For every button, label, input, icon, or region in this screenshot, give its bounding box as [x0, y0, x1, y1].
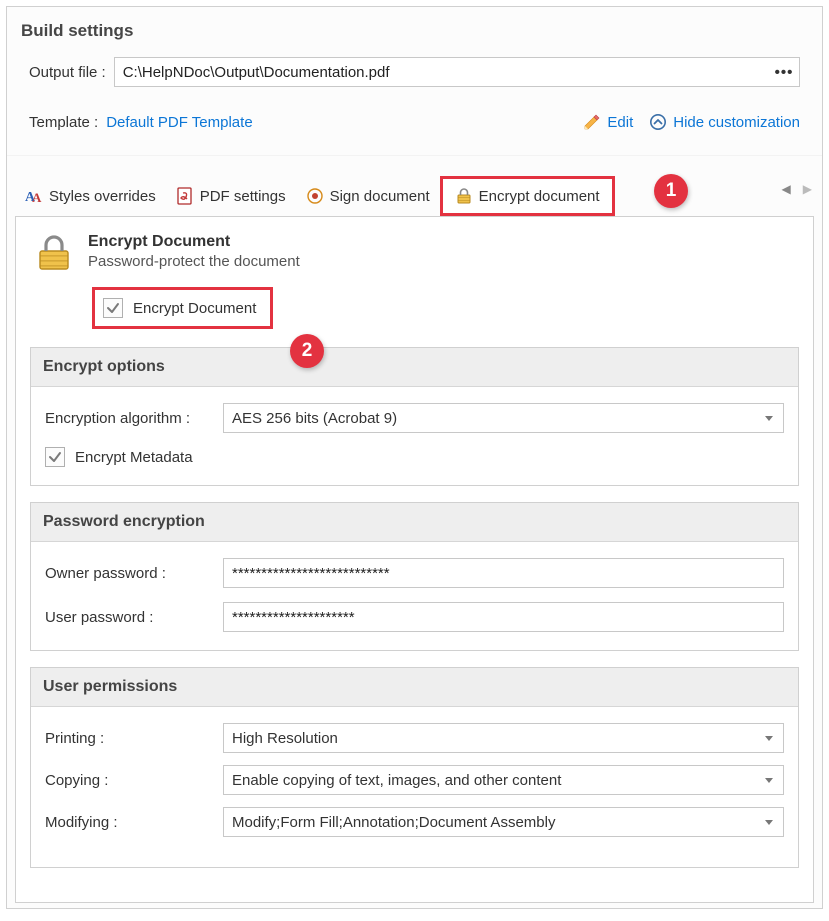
user-password-label: User password :: [45, 609, 223, 626]
tab-sign-document[interactable]: Sign document: [296, 181, 440, 211]
page-title: Build settings: [7, 7, 822, 51]
tab-label: PDF settings: [200, 188, 286, 205]
edit-template-button[interactable]: Edit: [583, 113, 633, 131]
printing-label: Printing :: [45, 730, 223, 747]
build-settings-panel: Build settings Output file : ••• Templat…: [6, 6, 823, 909]
encryption-alg-value: AES 256 bits (Acrobat 9): [232, 410, 397, 427]
edit-label: Edit: [607, 114, 633, 131]
copying-label: Copying :: [45, 772, 223, 789]
tab-pdf-settings[interactable]: PDF settings: [166, 181, 296, 211]
encrypt-metadata-label: Encrypt Metadata: [75, 449, 193, 466]
encrypt-metadata-checkbox[interactable]: [45, 447, 65, 467]
encrypt-panel: Encrypt Document Password-protect the do…: [15, 217, 814, 903]
divider: [7, 155, 822, 156]
copying-select[interactable]: Enable copying of text, images, and othe…: [223, 765, 784, 795]
tab-scroll-arrows: ◀ ▶: [782, 182, 812, 196]
password-encryption-group: Password encryption Owner password : Use…: [30, 502, 799, 651]
user-password-input[interactable]: [232, 609, 775, 626]
tab-label: Styles overrides: [49, 188, 156, 205]
template-link[interactable]: Default PDF Template: [106, 114, 252, 131]
modifying-value: Modify;Form Fill;Annotation;Document Ass…: [232, 814, 555, 831]
annotation-badge-1: 1: [654, 174, 688, 208]
tab-encrypt-document[interactable]: Encrypt document: [440, 176, 615, 216]
encryption-alg-select[interactable]: AES 256 bits (Acrobat 9): [223, 403, 784, 433]
tab-label: Sign document: [330, 188, 430, 205]
template-row: Template : Default PDF Template Edit Hid…: [7, 93, 822, 143]
copying-value: Enable copying of text, images, and othe…: [232, 772, 561, 789]
template-label: Template :: [29, 114, 98, 131]
encrypt-document-checkbox[interactable]: [103, 298, 123, 318]
hide-label: Hide customization: [673, 114, 800, 131]
output-file-field: •••: [114, 57, 800, 87]
output-file-browse-button[interactable]: •••: [773, 64, 795, 81]
hide-icon: [649, 113, 667, 131]
styles-icon: AA: [25, 187, 43, 205]
encrypt-checkbox-label: Encrypt Document: [133, 300, 256, 317]
encrypt-options-title: Encrypt options: [31, 348, 798, 387]
lock-large-icon: [34, 233, 74, 273]
owner-password-label: Owner password :: [45, 565, 223, 582]
tab-scroll-left[interactable]: ◀: [782, 182, 791, 196]
hide-customization-button[interactable]: Hide customization: [649, 113, 800, 131]
tabs-bar: AA Styles overrides PDF settings Sign do…: [7, 176, 822, 216]
tab-scroll-right[interactable]: ▶: [803, 182, 812, 196]
output-file-label: Output file :: [29, 64, 106, 81]
encrypt-subtitle: Password-protect the document: [88, 253, 300, 270]
svg-text:A: A: [32, 190, 42, 205]
sign-icon: [306, 187, 324, 205]
printing-select[interactable]: High Resolution: [223, 723, 784, 753]
pdf-icon: [176, 187, 194, 205]
pencil-icon: [583, 113, 601, 131]
encrypt-options-group: Encrypt options Encryption algorithm : A…: [30, 347, 799, 486]
owner-password-input[interactable]: [232, 565, 775, 582]
encrypt-header: Encrypt Document Password-protect the do…: [26, 231, 803, 281]
annotation-badge-2: 2: [290, 334, 324, 368]
lock-icon: [455, 187, 473, 205]
output-file-row: Output file : •••: [7, 51, 822, 93]
encryption-alg-label: Encryption algorithm :: [45, 410, 223, 427]
encrypt-document-checkbox-wrap: Encrypt Document: [92, 287, 273, 329]
tab-styles-overrides[interactable]: AA Styles overrides: [15, 181, 166, 211]
output-file-input[interactable]: [123, 64, 773, 81]
user-permissions-title: User permissions: [31, 668, 798, 707]
tab-label: Encrypt document: [479, 188, 600, 205]
encrypt-title: Encrypt Document: [88, 233, 300, 251]
password-group-title: Password encryption: [31, 503, 798, 542]
printing-value: High Resolution: [232, 730, 338, 747]
user-permissions-group: User permissions Printing : High Resolut…: [30, 667, 799, 868]
modifying-label: Modifying :: [45, 814, 223, 831]
modifying-select[interactable]: Modify;Form Fill;Annotation;Document Ass…: [223, 807, 784, 837]
